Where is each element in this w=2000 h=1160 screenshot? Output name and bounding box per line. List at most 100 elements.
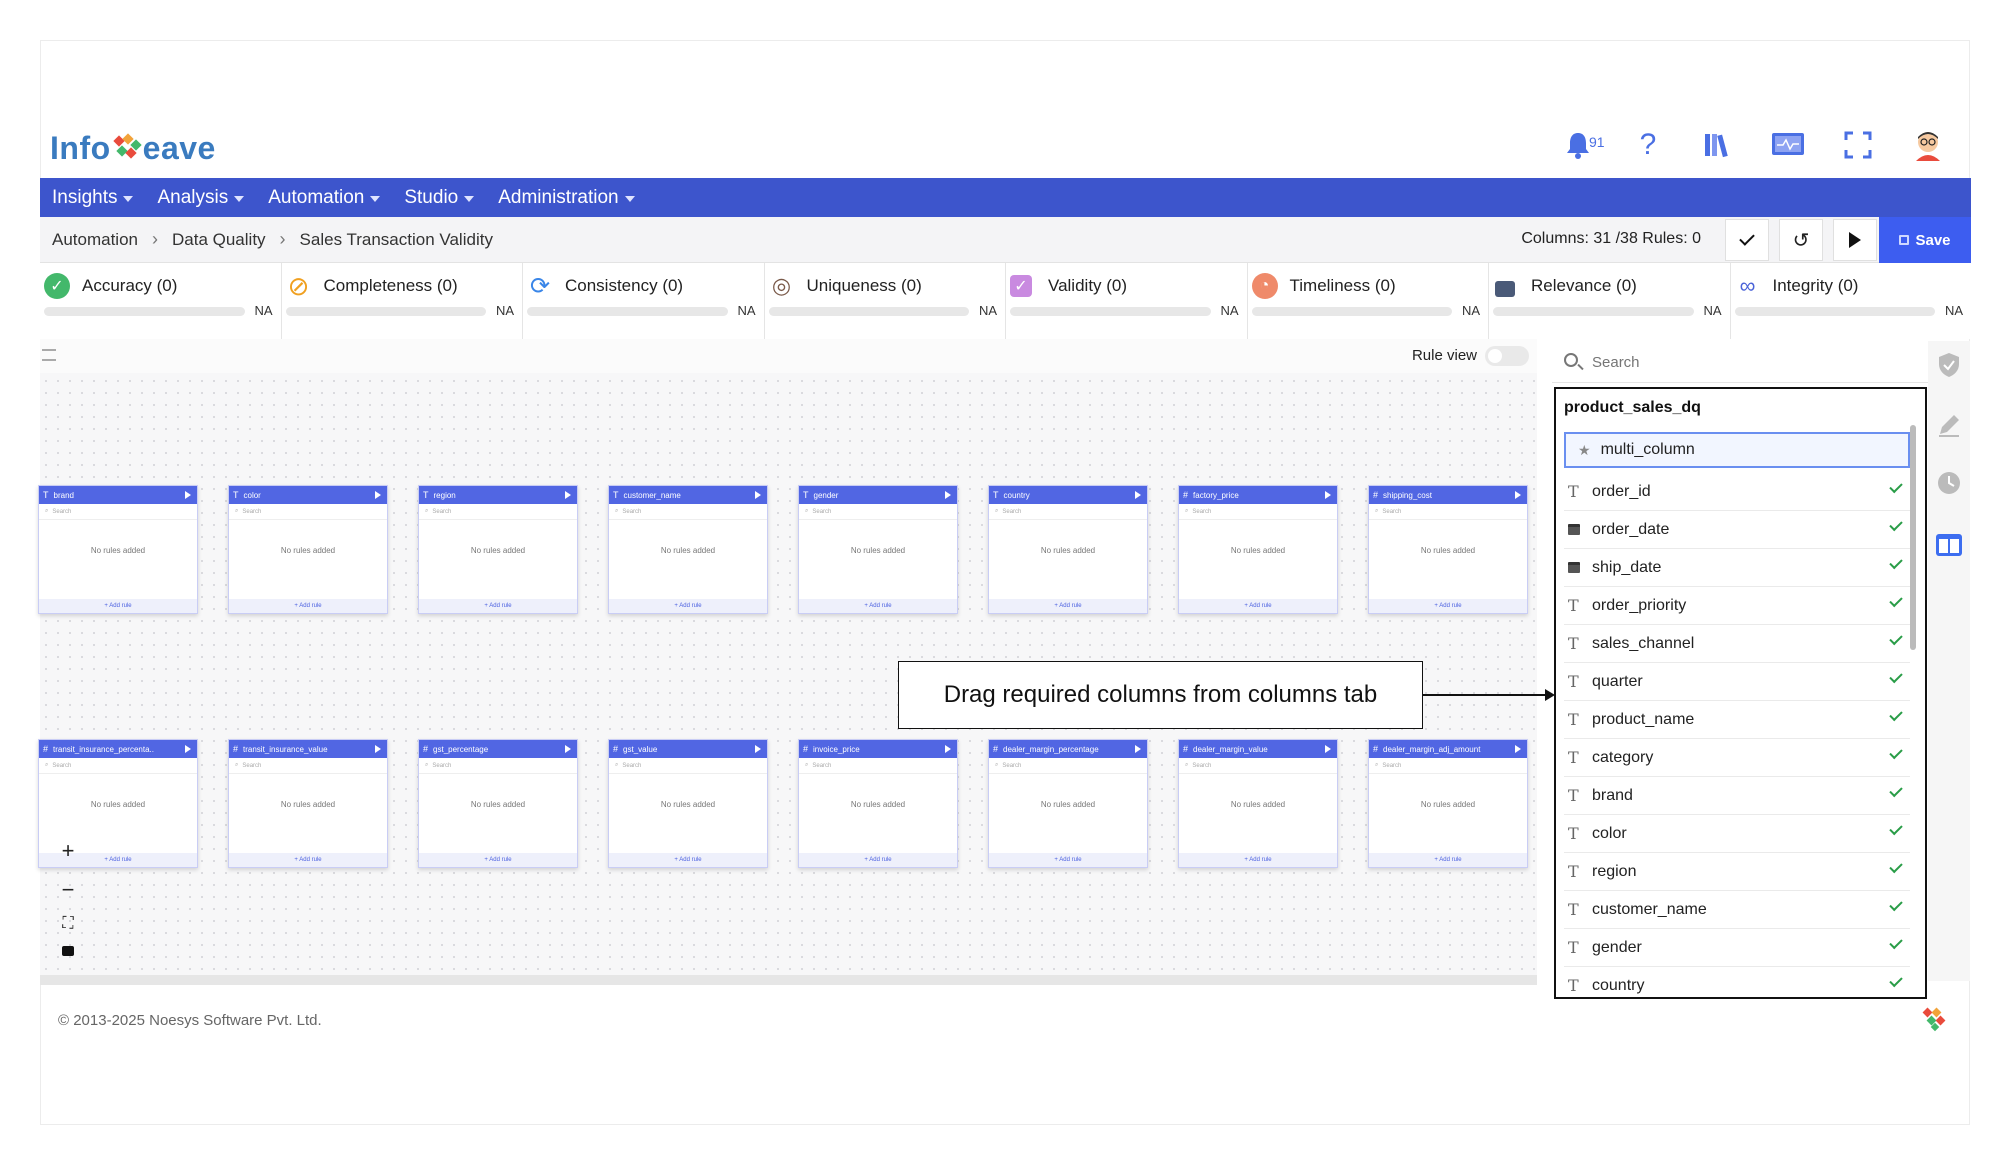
play-icon[interactable] xyxy=(185,745,191,753)
fullscreen-icon[interactable] xyxy=(1841,128,1875,162)
infoveave-logo[interactable]: Info eave xyxy=(50,128,216,168)
multi-column-item[interactable]: ★ multi_column xyxy=(1564,432,1910,468)
column-list-item[interactable]: Tquarter xyxy=(1564,663,1910,701)
node-header[interactable]: # dealer_margin_adj_amount xyxy=(1369,740,1527,758)
play-icon[interactable] xyxy=(375,745,381,753)
collapse-icon[interactable] xyxy=(42,349,56,361)
nav-insights[interactable]: Insights xyxy=(52,187,134,209)
add-rule-button[interactable]: + Add rule xyxy=(1179,599,1337,613)
add-rule-button[interactable]: + Add rule xyxy=(1369,599,1527,613)
node-header[interactable]: # dealer_margin_percentage xyxy=(989,740,1147,758)
play-icon[interactable] xyxy=(565,745,571,753)
nav-automation[interactable]: Automation xyxy=(268,187,381,209)
dimension-accuracy[interactable]: ✓ Accuracy (0) NA xyxy=(40,263,282,339)
column-node[interactable]: Tcustomer_name ⌕ Search No rules added + Add… xyxy=(608,485,768,614)
column-list-item[interactable]: Tbrand xyxy=(1564,777,1910,815)
node-header[interactable]: Tcustomer_name xyxy=(609,486,767,504)
validate-button[interactable] xyxy=(1725,219,1769,261)
node-search[interactable]: ⌕ Search xyxy=(609,504,767,520)
column-list-item[interactable]: Tsales_channel xyxy=(1564,625,1910,663)
node-search[interactable]: ⌕ Search xyxy=(39,504,197,520)
canvas-resize-handle[interactable] xyxy=(40,975,1537,985)
column-list-item[interactable]: Tcustomer_name xyxy=(1564,891,1910,929)
notification-bell-icon[interactable]: 91 xyxy=(1561,128,1605,162)
column-list-item[interactable]: Tcolor xyxy=(1564,815,1910,853)
node-header[interactable]: # transit_insurance_value xyxy=(229,740,387,758)
column-list-item[interactable]: order_date xyxy=(1564,511,1910,549)
node-search[interactable]: ⌕ Search xyxy=(989,504,1147,520)
add-rule-button[interactable]: + Add rule xyxy=(609,853,767,867)
node-header[interactable]: # invoice_price xyxy=(799,740,957,758)
node-search[interactable]: ⌕ Search xyxy=(229,758,387,774)
run-button[interactable] xyxy=(1833,219,1877,261)
library-icon[interactable] xyxy=(1701,128,1735,162)
column-node[interactable]: Tregion ⌕ Search No rules added + Add rule xyxy=(418,485,578,614)
column-node[interactable]: # dealer_margin_value ⌕ Search No rules adde… xyxy=(1178,739,1338,868)
nav-studio[interactable]: Studio xyxy=(404,187,475,209)
add-rule-button[interactable]: + Add rule xyxy=(989,853,1147,867)
column-node[interactable]: # shipping_cost ⌕ Search No rules added + Add… xyxy=(1368,485,1528,614)
monitor-icon[interactable] xyxy=(1771,128,1805,162)
play-icon[interactable] xyxy=(755,745,761,753)
column-node[interactable]: Tcountry ⌕ Search No rules added + Add rule xyxy=(988,485,1148,614)
column-node[interactable]: # factory_price ⌕ Search No rules added + Add… xyxy=(1178,485,1338,614)
node-search[interactable]: ⌕ Search xyxy=(419,758,577,774)
rule-view-toggle[interactable] xyxy=(1485,346,1529,366)
play-icon[interactable] xyxy=(1325,745,1331,753)
column-node[interactable]: # gst_percentage ⌕ Search No rules added + Ad… xyxy=(418,739,578,868)
node-header[interactable]: Tbrand xyxy=(39,486,197,504)
node-search[interactable]: ⌕ Search xyxy=(1179,504,1337,520)
play-icon[interactable] xyxy=(945,745,951,753)
node-search[interactable]: ⌕ Search xyxy=(989,758,1147,774)
column-node[interactable]: # transit_insurance_value ⌕ Search No rules … xyxy=(228,739,388,868)
add-rule-button[interactable]: + Add rule xyxy=(799,599,957,613)
add-rule-button[interactable]: + Add rule xyxy=(609,599,767,613)
column-list-item[interactable]: Tregion xyxy=(1564,853,1910,891)
dimension-consistency[interactable]: ⟳ Consistency (0) NA xyxy=(523,263,765,339)
play-icon[interactable] xyxy=(945,491,951,499)
columns-tab-icon[interactable] xyxy=(1935,531,1963,559)
node-header[interactable]: Tcountry xyxy=(989,486,1147,504)
column-list-item[interactable]: Tproduct_name xyxy=(1564,701,1910,739)
dimension-relevance[interactable]: Relevance (0) NA xyxy=(1489,263,1731,339)
user-avatar[interactable] xyxy=(1911,128,1945,162)
node-search[interactable]: ⌕ Search xyxy=(1369,504,1527,520)
play-icon[interactable] xyxy=(1325,491,1331,499)
add-rule-button[interactable]: + Add rule xyxy=(1369,853,1527,867)
add-rule-button[interactable]: + Add rule xyxy=(229,599,387,613)
add-rule-button[interactable]: + Add rule xyxy=(419,599,577,613)
add-rule-button[interactable]: + Add rule xyxy=(419,853,577,867)
node-header[interactable]: # gst_value xyxy=(609,740,767,758)
node-search[interactable]: ⌕ Search xyxy=(39,758,197,774)
play-icon[interactable] xyxy=(185,491,191,499)
node-search[interactable]: ⌕ Search xyxy=(1179,758,1337,774)
dimension-completeness[interactable]: ⊘ Completeness (0) NA xyxy=(281,263,523,339)
play-icon[interactable] xyxy=(755,491,761,499)
column-list-item[interactable]: Tcategory xyxy=(1564,739,1910,777)
node-header[interactable]: # shipping_cost xyxy=(1369,486,1527,504)
play-icon[interactable] xyxy=(565,491,571,499)
help-icon[interactable]: ? xyxy=(1631,128,1665,162)
zoom-in-icon[interactable]: + xyxy=(62,838,75,864)
column-node[interactable]: Tcolor ⌕ Search No rules added + Add rule xyxy=(228,485,388,614)
nav-administration[interactable]: Administration xyxy=(498,187,635,209)
node-header[interactable]: Tgender xyxy=(799,486,957,504)
dimension-timeliness[interactable]: ◔ Timeliness (0) NA xyxy=(1247,263,1489,339)
column-node[interactable]: # invoice_price ⌕ Search No rules added + Add… xyxy=(798,739,958,868)
node-header[interactable]: # factory_price xyxy=(1179,486,1337,504)
node-header[interactable]: # transit_insurance_percenta.. xyxy=(39,740,197,758)
add-rule-button[interactable]: + Add rule xyxy=(799,853,957,867)
history-button[interactable]: ↺ xyxy=(1779,219,1823,261)
column-node[interactable]: # dealer_margin_adj_amount ⌕ Search No rules… xyxy=(1368,739,1528,868)
breadcrumb-automation[interactable]: Automation xyxy=(52,230,138,250)
panel-scrollbar[interactable] xyxy=(1910,425,1916,650)
save-button[interactable]: Save xyxy=(1879,217,1971,263)
add-rule-button[interactable]: + Add rule xyxy=(229,853,387,867)
play-icon[interactable] xyxy=(1135,745,1141,753)
node-search[interactable]: ⌕ Search xyxy=(419,504,577,520)
node-search[interactable]: ⌕ Search xyxy=(1369,758,1527,774)
dimension-integrity[interactable]: ∞ Integrity (0) NA xyxy=(1730,263,1971,339)
column-node[interactable]: Tgender ⌕ Search No rules added + Add rule xyxy=(798,485,958,614)
column-node[interactable]: # dealer_margin_percentage ⌕ Search No rules… xyxy=(988,739,1148,868)
shield-icon[interactable] xyxy=(1935,351,1963,379)
